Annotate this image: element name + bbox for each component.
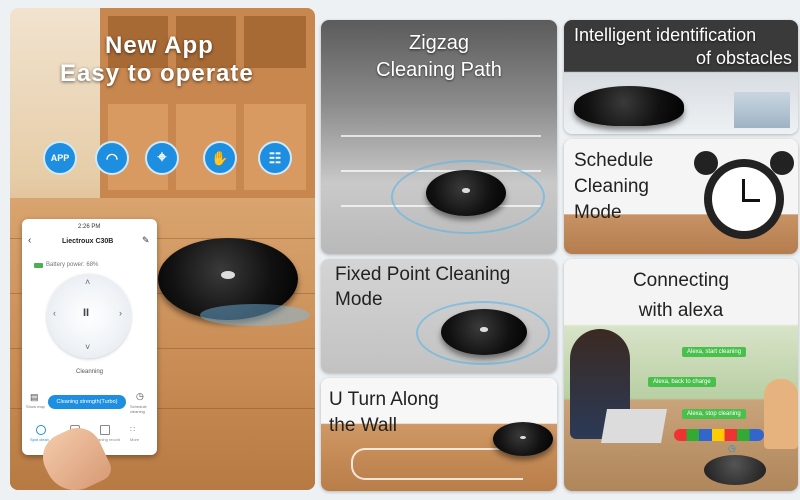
nav-spot-label: Spot clean <box>30 437 49 442</box>
u-turn-panel: U Turn Along the Wall <box>321 378 557 491</box>
back-icon[interactable]: ‹ <box>28 235 31 246</box>
device-name: Liectroux C30B <box>62 238 114 245</box>
alexa-chip-back: Alexa, back to charge <box>648 377 716 387</box>
phone-app-screen: 2:26 PM ‹ Liectroux C30B ✎ Battery power… <box>22 219 157 455</box>
headline-line2: Easy to operate <box>60 60 254 87</box>
schedule-line1: Schedule <box>574 150 654 171</box>
alexa-chip-stop: Alexa, stop cleaning <box>682 409 746 419</box>
down-arrow-icon[interactable]: ˅ <box>85 342 90 352</box>
left-arrow-icon[interactable]: ‹ <box>53 308 56 318</box>
sound-waves-icon: ◷ <box>728 443 736 453</box>
schedule-line2: Cleaning <box>574 176 649 197</box>
robot-shadow-glow <box>200 304 310 326</box>
u-turn-line1: U Turn Along <box>329 389 439 410</box>
alexa-panel: Alexa, start cleaning Alexa, back to cha… <box>564 259 798 491</box>
right-arrow-icon[interactable]: › <box>119 308 122 318</box>
fixed-point-robot <box>441 309 527 355</box>
direction-pad[interactable]: ˄ ˅ ‹ › II <box>47 274 131 358</box>
map-icon[interactable]: ▤ <box>30 392 39 403</box>
zigzag-panel: Zigzag Cleaning Path <box>321 20 557 254</box>
schedule-cleaning-label: Schedule cleaning <box>130 404 147 414</box>
nav-spot-icon[interactable] <box>36 425 46 435</box>
battery-icon <box>34 263 43 268</box>
u-turn-line2: the Wall <box>329 415 397 436</box>
alexa-line2: with alexa <box>638 300 724 321</box>
edit-icon[interactable]: ✎ <box>142 235 150 246</box>
up-arrow-icon[interactable]: ˄ <box>85 277 90 287</box>
schedule-icon: ☷ <box>258 141 292 175</box>
obstacles-panel: Intelligent identification of obstacles <box>564 20 798 134</box>
cleaning-strength-button[interactable]: Cleaning strength(Turbo) <box>48 395 126 409</box>
u-turn-robot <box>493 422 553 456</box>
app-icon: APP <box>43 141 77 175</box>
laptop <box>601 409 667 443</box>
alexa-chip-start: Alexa, start cleaning <box>682 347 747 357</box>
fixed-point-line2: Mode <box>335 289 383 310</box>
show-map-label: Show map <box>26 404 45 409</box>
clock-icon[interactable]: ◷ <box>136 391 144 402</box>
echo-dot <box>704 455 766 485</box>
headline-line1: New App <box>105 32 214 59</box>
child-silhouette <box>764 379 798 449</box>
location-icon: ⌖ <box>145 141 179 175</box>
book-stack <box>734 92 790 128</box>
toy-balls <box>674 429 764 441</box>
obstacles-robot <box>574 86 684 126</box>
gesture-icon: ✋ <box>203 141 237 175</box>
schedule-line3: Mode <box>574 202 622 223</box>
schedule-panel: Schedule Cleaning Mode <box>564 139 798 254</box>
zigzag-title: Zigzag Cleaning Path <box>376 32 502 81</box>
fixed-point-line1: Fixed Point Cleaning <box>335 264 511 285</box>
alexa-line1: Connecting <box>632 270 730 291</box>
alarm-clock-icon <box>704 159 784 239</box>
zigzag-robot <box>426 170 506 216</box>
fixed-point-panel: Fixed Point Cleaning Mode <box>321 259 557 373</box>
status-time: 2:26 PM <box>78 224 101 230</box>
pause-button[interactable]: II <box>83 307 89 319</box>
mode-label: Cleanning <box>76 369 104 375</box>
obstacles-title-line2: of obstacles <box>695 48 792 68</box>
nav-more-label: More <box>130 437 140 442</box>
nav-record-icon[interactable] <box>100 425 110 435</box>
battery-text: Battery power: 68% <box>46 262 99 268</box>
nav-more-icon[interactable]: ∷ <box>130 425 135 434</box>
obstacles-title-line1: Intelligent identification <box>574 25 757 45</box>
wifi-icon: ◠ <box>95 141 129 175</box>
